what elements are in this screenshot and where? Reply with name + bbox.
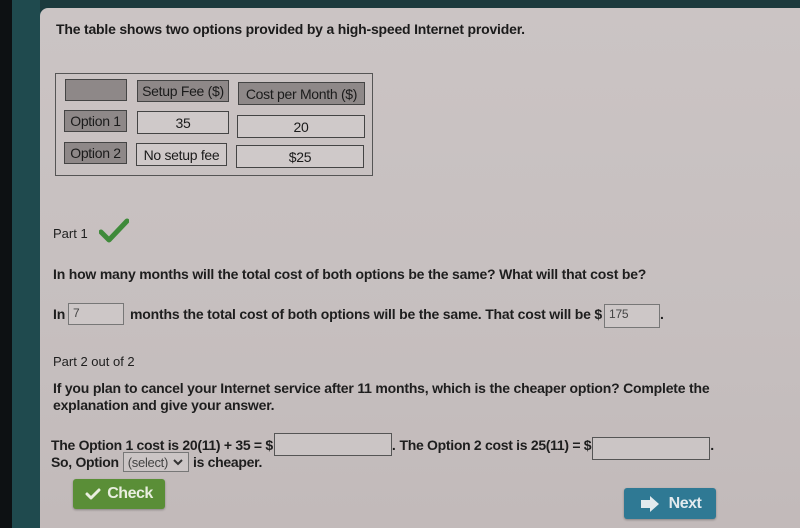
table-cell-option-2-cost-per-month: $25 <box>236 145 364 168</box>
table-cell-option-2-setup-fee: No setup fee <box>136 143 227 166</box>
part1-answer-middle: months the total cost of both options wi… <box>130 306 602 322</box>
table-header-cost-per-month: Cost per Month ($) <box>238 82 365 105</box>
table-row-label-option-1: Option 1 <box>64 110 127 132</box>
checkmark-icon <box>99 218 129 243</box>
question-title: The table shows two options provided by … <box>56 21 525 37</box>
table-row-label-option-2: Option 2 <box>64 142 127 164</box>
check-button[interactable]: Check <box>73 479 165 509</box>
part2-select-line: So, Option (select) is cheaper. <box>51 452 262 472</box>
part1-answer-suffix: . <box>659 306 664 322</box>
table-header-empty <box>65 79 127 101</box>
arrow-right-icon <box>640 495 659 512</box>
next-button-label: Next <box>668 494 702 512</box>
table-cell-option-1-cost-per-month: 20 <box>237 115 365 138</box>
table-header-setup-fee: Setup Fee ($) <box>137 80 229 102</box>
part1-label: Part 1 <box>53 226 88 241</box>
option2-cost-input[interactable] <box>592 437 711 460</box>
check-button-label: Check <box>107 485 153 502</box>
option1-cost-text: The Option 1 cost is 20(11) + 35 = $ <box>51 436 273 453</box>
so-option-prefix: So, Option <box>51 454 119 470</box>
part2-label: Part 2 out of 2 <box>53 354 135 369</box>
cheaper-option-select[interactable]: (select) <box>122 452 189 472</box>
table-cell-option-1-setup-fee: 35 <box>137 111 229 134</box>
option2-cost-text: The Option 2 cost is 25(11) = $ <box>399 436 592 453</box>
chevron-down-icon <box>173 459 183 466</box>
separator: . <box>391 436 396 453</box>
part1-prompt: In how many months will the total cost o… <box>53 266 647 282</box>
months-input[interactable]: 7 <box>68 303 125 325</box>
part2-prompt: If you plan to cancel your Internet serv… <box>53 380 710 413</box>
next-button[interactable]: Next <box>624 488 716 519</box>
select-value: (select) <box>127 454 169 470</box>
check-icon <box>85 488 101 500</box>
option1-cost-input[interactable] <box>273 433 392 456</box>
end-period: . <box>710 436 714 453</box>
cost-input[interactable]: 175 <box>603 304 660 328</box>
part1-answer-line: In 7 months the total cost of both optio… <box>53 300 664 328</box>
so-option-suffix: is cheaper. <box>193 454 263 470</box>
part1-answer-prefix: In <box>53 306 66 322</box>
